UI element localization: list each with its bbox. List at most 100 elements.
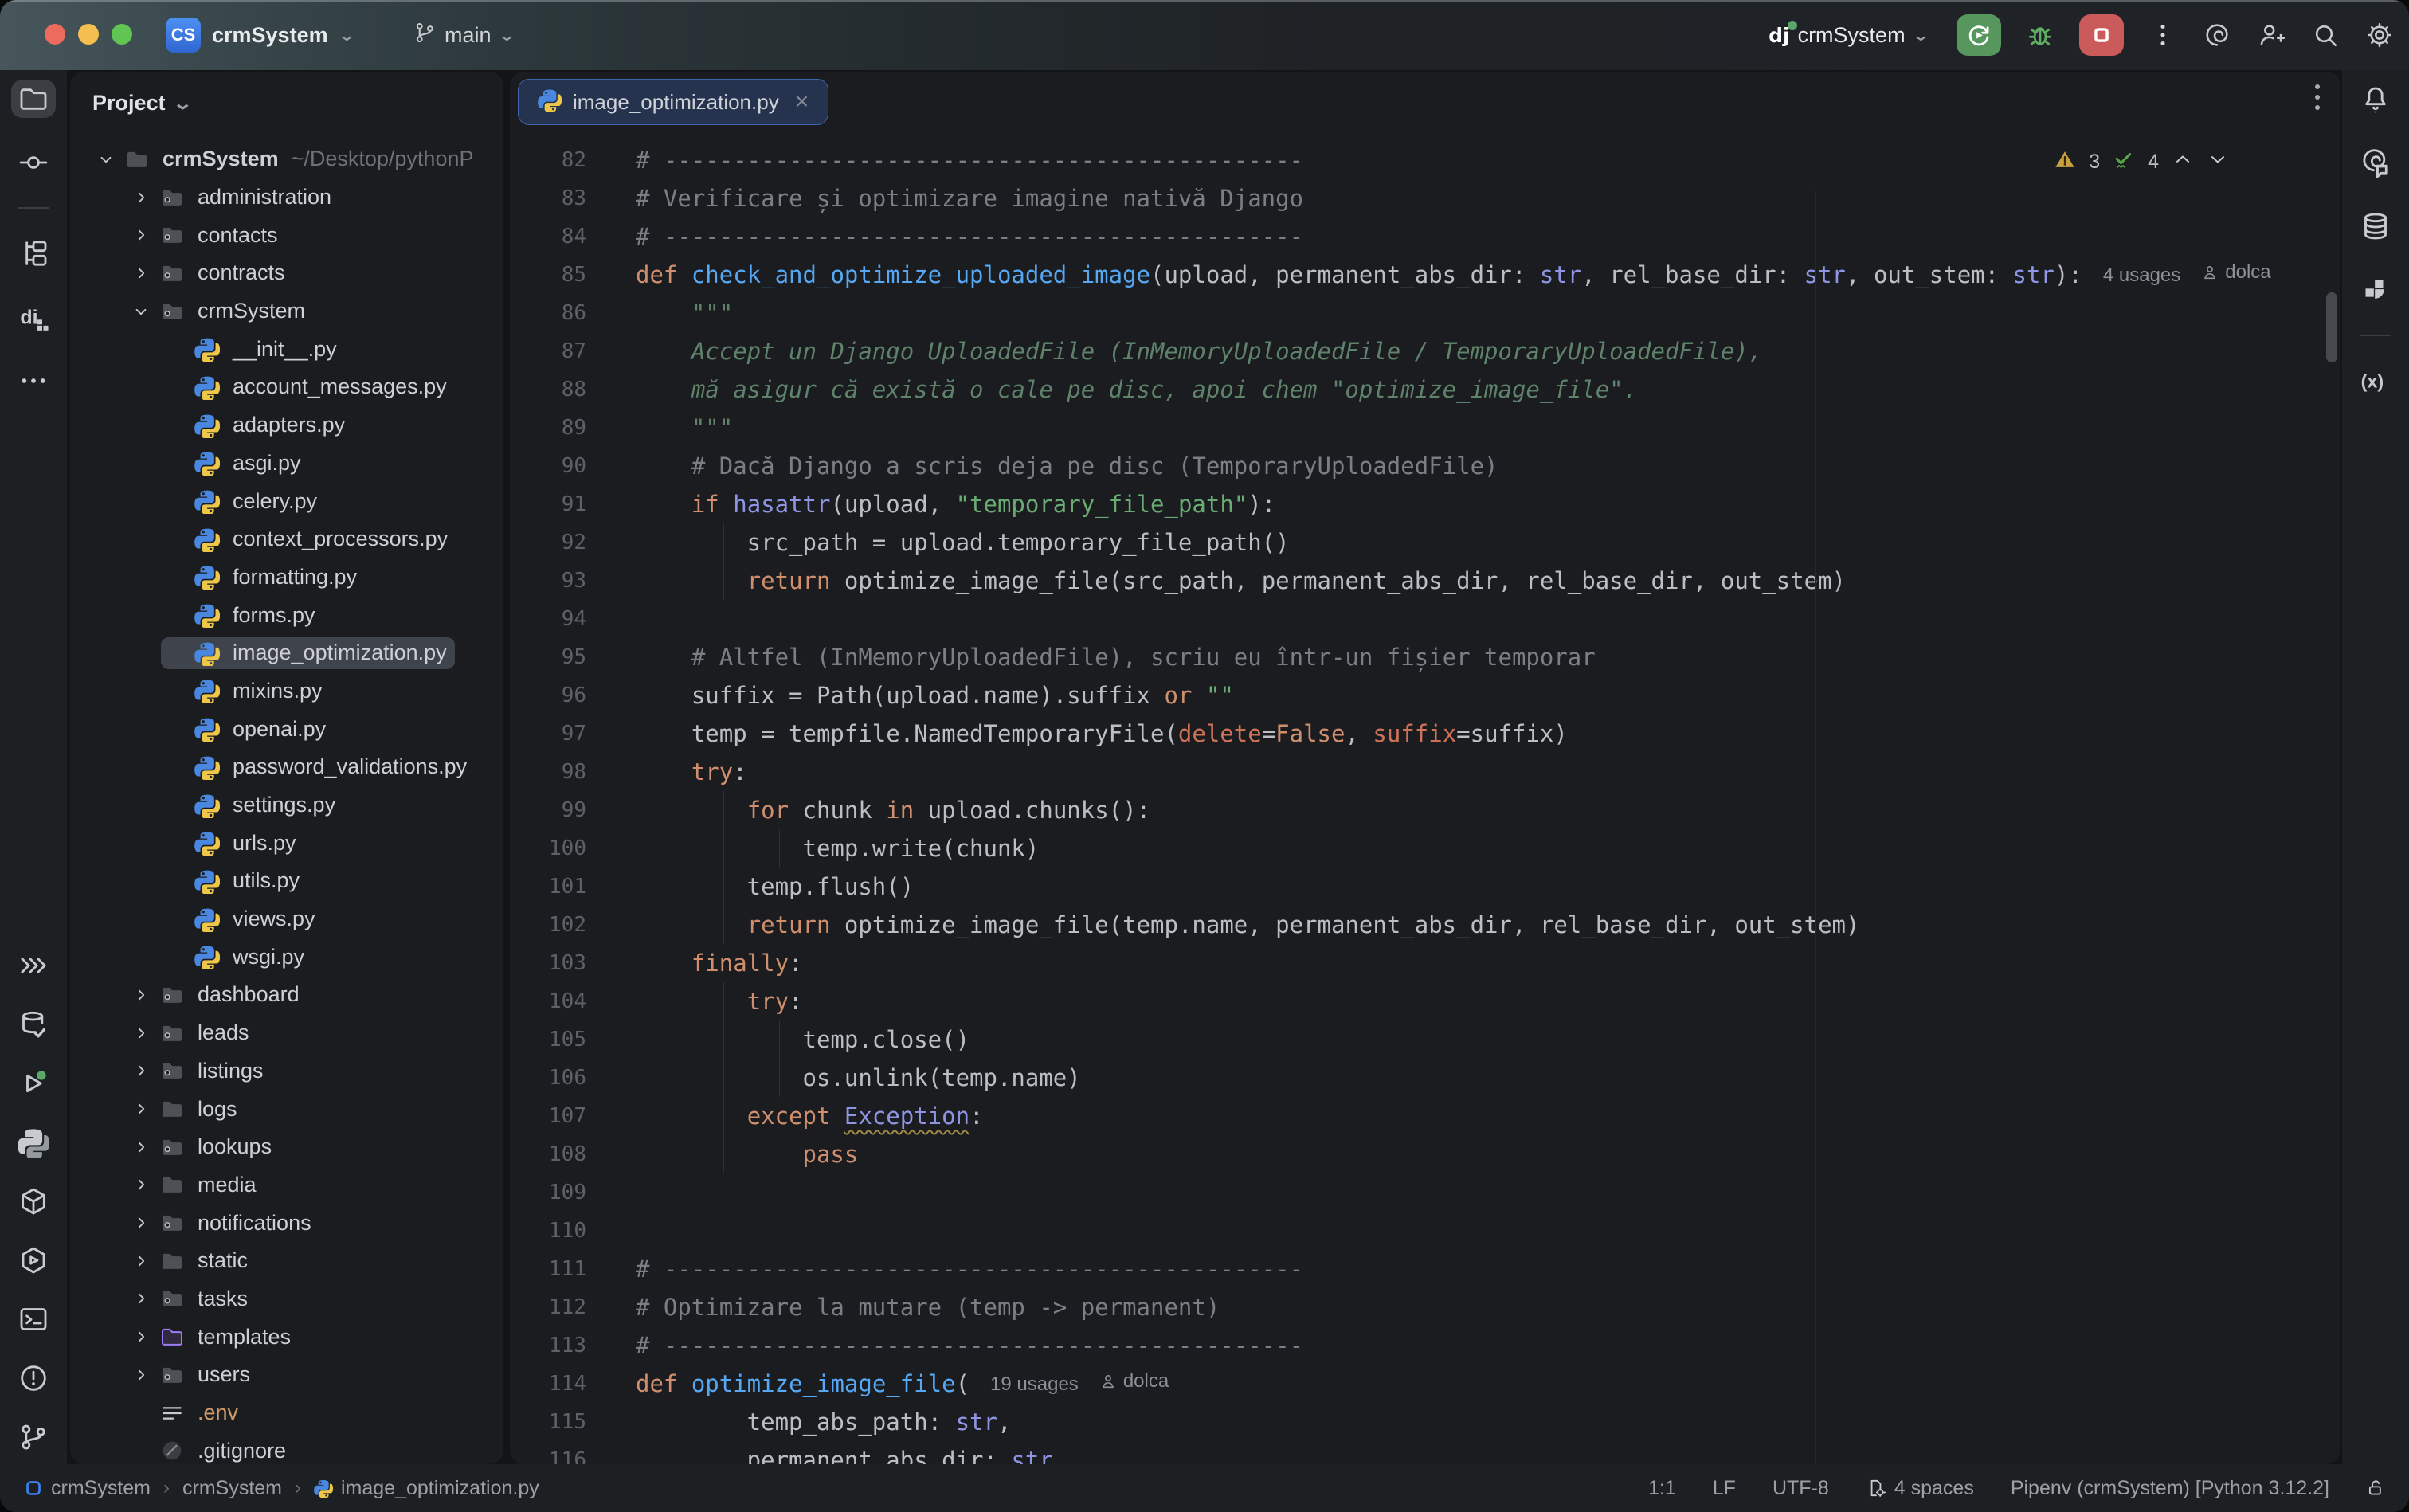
line-number[interactable]: 102 bbox=[510, 913, 610, 937]
chevron-right-icon[interactable] bbox=[126, 187, 156, 208]
breadcrumb-item-image_optimization.py[interactable]: image_optimization.py bbox=[314, 1477, 539, 1500]
line-number[interactable]: 86 bbox=[510, 301, 610, 325]
code-line-104[interactable]: 104 try: bbox=[510, 982, 2340, 1020]
status-python-interpreter[interactable]: Pipenv (crmSystem) [Python 3.12.2] bbox=[2011, 1477, 2329, 1500]
usages-inlay[interactable]: 19 usages bbox=[990, 1373, 1079, 1396]
tree-item-__init__.py[interactable]: __init__.py bbox=[70, 330, 503, 368]
line-number[interactable]: 110 bbox=[510, 1219, 610, 1243]
chevron-right-icon[interactable] bbox=[126, 1251, 156, 1271]
tree-item-adapters.py[interactable]: adapters.py bbox=[70, 406, 503, 445]
code-text[interactable]: Accept un Django UploadedFile (InMemoryU… bbox=[636, 338, 1762, 365]
code-line-96[interactable]: 96 suffix = Path(upload.name).suffix or … bbox=[510, 676, 2340, 715]
stripe-button-database-tool[interactable] bbox=[2353, 207, 2398, 245]
code-text[interactable]: """ bbox=[636, 300, 733, 327]
tree-item-views.py[interactable]: views.py bbox=[70, 900, 503, 938]
tree-item-tasks[interactable]: tasks bbox=[70, 1280, 503, 1318]
restart-run-button[interactable] bbox=[1957, 14, 2001, 56]
tree-item-settings.py[interactable]: settings.py bbox=[70, 786, 503, 825]
stripe-button-database-changes[interactable] bbox=[11, 1005, 56, 1044]
code-line-114[interactable]: 114 def optimize_image_file(19 usagesdolc… bbox=[510, 1365, 2340, 1403]
close-icon[interactable]: × bbox=[795, 88, 809, 116]
code-text[interactable]: temp.close() bbox=[636, 1026, 969, 1053]
line-number[interactable]: 108 bbox=[510, 1142, 610, 1166]
code-line-89[interactable]: 89 """ bbox=[510, 409, 2340, 447]
code-text[interactable]: return optimize_image_file(src_path, per… bbox=[636, 567, 1846, 594]
code-text[interactable]: for chunk in upload.chunks(): bbox=[636, 797, 1150, 824]
chevron-right-icon[interactable] bbox=[126, 985, 156, 1005]
stripe-button-version-control[interactable] bbox=[11, 1418, 56, 1456]
code-line-112[interactable]: 112 # Optimizare la mutare (temp -> perma… bbox=[510, 1288, 2340, 1326]
code-text[interactable]: try: bbox=[636, 758, 747, 785]
code-line-116[interactable]: 116 permanent_abs_dir: str, bbox=[510, 1441, 2340, 1464]
code-line-106[interactable]: 106 os.unlink(temp.name) bbox=[510, 1059, 2340, 1097]
code-text[interactable]: def optimize_image_file(19 usagesdolca bbox=[636, 1370, 1169, 1397]
tree-item-asgi.py[interactable]: asgi.py bbox=[70, 445, 503, 483]
code-line-103[interactable]: 103 finally: bbox=[510, 944, 2340, 982]
tree-item-lookups[interactable]: lookups bbox=[70, 1128, 503, 1166]
tab-options-kebab-icon[interactable] bbox=[2315, 84, 2320, 110]
line-number[interactable]: 111 bbox=[510, 1257, 610, 1281]
tree-item-notifications[interactable]: notifications bbox=[70, 1204, 503, 1242]
branch-widget[interactable]: main ⌄ bbox=[413, 21, 514, 50]
tree-item-formatting.py[interactable]: formatting.py bbox=[70, 558, 503, 597]
tab-image-optimization[interactable]: image_optimization.py × bbox=[518, 79, 828, 125]
minimize-window-button[interactable] bbox=[78, 24, 99, 45]
code-text[interactable]: def check_and_optimize_uploaded_image(up… bbox=[636, 261, 2271, 288]
tree-item-administration[interactable]: administration bbox=[70, 178, 503, 217]
project-panel-header[interactable]: Project ⌄ bbox=[70, 72, 503, 119]
stripe-button-hidden-toolwindows[interactable] bbox=[11, 946, 56, 985]
code-line-95[interactable]: 95 # Altfel (InMemoryUploadedFile), scri… bbox=[510, 638, 2340, 676]
settings-button[interactable] bbox=[2364, 20, 2395, 50]
code-text[interactable]: finally: bbox=[636, 950, 803, 977]
tree-item-utils.py[interactable]: utils.py bbox=[70, 862, 503, 900]
code-text[interactable]: # Optimizare la mutare (temp -> permanen… bbox=[636, 1294, 1220, 1321]
line-number[interactable]: 112 bbox=[510, 1295, 610, 1319]
tree-item-account_messages.py[interactable]: account_messages.py bbox=[70, 368, 503, 406]
stripe-button-project-folder[interactable] bbox=[11, 80, 56, 118]
tree-item-dashboard[interactable]: dashboard bbox=[70, 976, 503, 1014]
status-line-separator[interactable]: LF bbox=[1713, 1477, 1736, 1500]
zoom-window-button[interactable] bbox=[112, 24, 132, 45]
close-window-button[interactable] bbox=[45, 24, 65, 45]
code-text[interactable]: # Dacă Django a scris deja pe disc (Temp… bbox=[636, 452, 1498, 480]
code-line-98[interactable]: 98 try: bbox=[510, 753, 2340, 791]
code-line-84[interactable]: 84# ------------------------------------… bbox=[510, 217, 2340, 256]
author-inlay[interactable]: dolca bbox=[2201, 261, 2270, 284]
line-number[interactable]: 106 bbox=[510, 1066, 610, 1090]
tree-item-urls.py[interactable]: urls.py bbox=[70, 824, 503, 862]
ai-assistant-button[interactable] bbox=[2202, 20, 2232, 50]
stripe-button-problems[interactable] bbox=[11, 1359, 56, 1397]
tree-item-.env[interactable]: .env bbox=[70, 1394, 503, 1432]
breadcrumb-item-crmSystem[interactable]: crmSystem bbox=[182, 1477, 282, 1500]
code-text[interactable]: # Verificare și optimizare imagine nativ… bbox=[636, 185, 1303, 212]
code-line-94[interactable]: 94 bbox=[510, 600, 2340, 638]
tree-item-image_optimization.py[interactable]: image_optimization.py bbox=[70, 634, 503, 672]
chevron-right-icon[interactable] bbox=[126, 263, 156, 284]
code-line-93[interactable]: 93 return optimize_image_file(src_path, … bbox=[510, 562, 2340, 600]
line-number[interactable]: 101 bbox=[510, 875, 610, 899]
line-number[interactable]: 115 bbox=[510, 1410, 610, 1434]
line-number[interactable]: 98 bbox=[510, 760, 610, 784]
chevron-right-icon[interactable] bbox=[126, 225, 156, 245]
tree-item-logs[interactable]: logs bbox=[70, 1090, 503, 1128]
add-user-button[interactable] bbox=[2256, 20, 2286, 50]
code-line-100[interactable]: 100 temp.write(chunk) bbox=[510, 829, 2340, 868]
code-line-109[interactable]: 109 bbox=[510, 1173, 2340, 1212]
stop-button[interactable] bbox=[2079, 14, 2124, 56]
code-text[interactable]: """ bbox=[636, 414, 733, 441]
code-line-83[interactable]: 83# Verificare și optimizare imagine nat… bbox=[510, 179, 2340, 217]
code-text[interactable]: os.unlink(temp.name) bbox=[636, 1064, 1081, 1091]
tree-item-crmSystem[interactable]: crmSystem~/Desktop/pythonP bbox=[70, 140, 503, 178]
tree-item-wsgi.py[interactable]: wsgi.py bbox=[70, 938, 503, 976]
stripe-button-plugins-tool[interactable] bbox=[2353, 271, 2398, 309]
line-number[interactable]: 100 bbox=[510, 836, 610, 860]
line-number[interactable]: 103 bbox=[510, 951, 610, 975]
search-button[interactable] bbox=[2310, 20, 2340, 50]
chevron-right-icon[interactable] bbox=[126, 1326, 156, 1347]
line-number[interactable]: 92 bbox=[510, 531, 610, 554]
tree-item-password_validations.py[interactable]: password_validations.py bbox=[70, 748, 503, 786]
code-line-91[interactable]: 91 if hasattr(upload, "temporary_file_pa… bbox=[510, 485, 2340, 523]
line-number[interactable]: 114 bbox=[510, 1372, 610, 1396]
breadcrumb-item-crmSystem[interactable]: crmSystem bbox=[24, 1477, 151, 1500]
line-number[interactable]: 88 bbox=[510, 378, 610, 402]
